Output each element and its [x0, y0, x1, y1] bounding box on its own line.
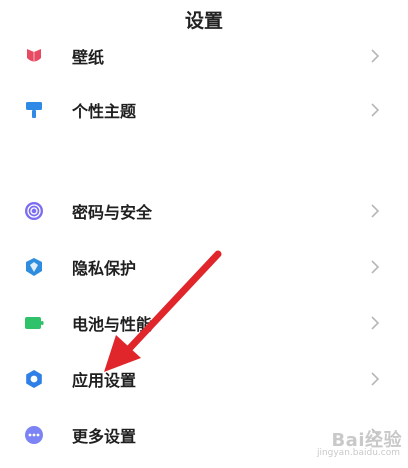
settings-item-label: 应用设置 [72, 371, 137, 390]
battery-icon [24, 313, 44, 333]
chevron-right-icon [370, 371, 380, 387]
chevron-right-icon [370, 48, 380, 64]
wallpaper-icon [24, 46, 44, 66]
gear-icon [24, 369, 44, 389]
settings-item-label: 隐私保护 [72, 259, 137, 278]
watermark-sub: jingyan.baidu.com [316, 448, 400, 458]
settings-item-label: 电池与性能 [72, 315, 153, 334]
theme-brush-icon [24, 100, 44, 120]
privacy-shield-icon [24, 257, 44, 277]
settings-item-label: 密码与安全 [72, 203, 153, 222]
watermark-logo: Bai经验 jingyan.baidu.com [292, 424, 402, 464]
chevron-right-icon [370, 203, 380, 219]
settings-item-security[interactable]: 密码与安全 [0, 187, 408, 235]
page-title: 设置 [184, 10, 223, 32]
settings-item-battery[interactable]: 电池与性能 [0, 299, 408, 347]
settings-item-privacy[interactable]: 隐私保护 [0, 243, 408, 291]
settings-item-wallpaper[interactable]: 壁纸 [0, 32, 408, 80]
chevron-right-icon [370, 102, 380, 118]
settings-item-label: 更多设置 [72, 427, 137, 446]
settings-item-themes[interactable]: 个性主题 [0, 86, 408, 134]
fingerprint-icon [24, 201, 44, 221]
settings-item-apps[interactable]: 应用设置 [0, 355, 408, 403]
more-dots-icon [24, 425, 44, 445]
settings-item-label: 个性主题 [72, 102, 137, 121]
chevron-right-icon [370, 259, 380, 275]
chevron-right-icon [370, 315, 380, 331]
settings-item-label: 壁纸 [72, 48, 105, 67]
